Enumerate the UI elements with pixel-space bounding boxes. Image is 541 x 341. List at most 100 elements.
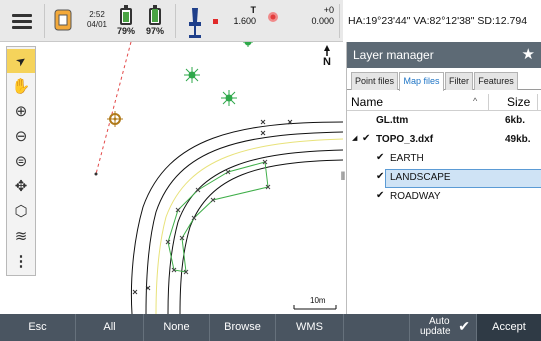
list-header: Name ^ Size [347, 93, 541, 111]
checkmark-icon[interactable]: ✔ [376, 190, 384, 201]
battery-icon [149, 5, 161, 25]
guide-point [94, 172, 98, 176]
zoom-out-tool[interactable]: ⊖ [7, 124, 35, 148]
file-row-gl[interactable]: GL.ttm 6kb. [347, 112, 541, 131]
more-tools-button[interactable]: ⋮ [7, 249, 35, 273]
accept-button[interactable]: Accept [477, 314, 541, 341]
battery-1-percent: 79% [116, 26, 135, 36]
pan-tool[interactable]: ✋ [7, 74, 35, 98]
landscape-polygon[interactable] [167, 161, 269, 273]
orbit-icon: ✥ [14, 178, 28, 195]
layer-tabs: Point files Map files Filter Features [347, 68, 541, 91]
status-bar: 2:52 04/01 79% 97% T 1.600 +0 0.000 HA:1… [0, 0, 541, 42]
laser-pointer-icon [268, 12, 278, 22]
road-edge-inner-2 [167, 149, 343, 314]
size-overflow: . [522, 115, 526, 126]
layers-icon: ≋ [14, 228, 28, 245]
wms-button[interactable]: WMS [276, 314, 344, 341]
column-name-header[interactable]: Name [351, 95, 383, 109]
size-overflow: . [527, 134, 531, 145]
checkmark-icon[interactable]: ✔ [362, 133, 370, 144]
target-height[interactable]: T 1.600 [212, 0, 256, 42]
3d-view-icon: ⬡ [14, 203, 28, 220]
divider [44, 4, 45, 38]
layer-name: EARTH [390, 153, 424, 164]
orbit-tool[interactable]: ✥ [7, 174, 35, 198]
3d-view-tool[interactable]: ⬡ [7, 199, 35, 223]
target-height-value: 1.600 [233, 16, 256, 26]
zoom-out-icon: ⊖ [14, 128, 28, 145]
battery-icon [120, 5, 132, 25]
tree-icon [184, 67, 200, 83]
select-none-button[interactable]: None [144, 314, 210, 341]
tree-icon [243, 42, 253, 47]
tree-icon [221, 90, 237, 106]
collapse-triangle-icon[interactable]: ◢ [352, 134, 357, 142]
clock: 2:52 04/01 [80, 0, 114, 42]
select-all-button[interactable]: All [76, 314, 144, 341]
favorite-star-icon[interactable]: ★ [522, 42, 535, 68]
offset-value: 0.000 [311, 16, 334, 26]
divider [339, 4, 340, 38]
divider [175, 4, 176, 38]
browse-button[interactable]: Browse [210, 314, 276, 341]
zoom-extents-icon: ⊜ [14, 153, 28, 170]
scale-label: 10m [310, 296, 326, 305]
blank-button [344, 314, 410, 341]
panel-title: Layer manager [353, 48, 434, 62]
offset-readout[interactable]: +0 0.000 [286, 0, 334, 42]
zoom-in-icon: ⊕ [14, 103, 28, 120]
north-arrow-icon [324, 45, 330, 56]
offset-sign: +0 [323, 5, 334, 15]
select-arrow-icon: ➤ [12, 52, 30, 70]
layer-name: LANDSCAPE [390, 172, 451, 183]
column-divider [537, 94, 538, 110]
column-size-header[interactable]: Size [507, 95, 530, 109]
zoom-extents-tool[interactable]: ⊜ [7, 149, 35, 173]
layers-tool[interactable]: ≋ [7, 224, 35, 248]
layer-row-earth[interactable]: ✔ EARTH [347, 150, 541, 169]
battery-2-percent: 97% [145, 26, 164, 36]
layer-row-roadway[interactable]: ✔ ROADWAY [347, 188, 541, 207]
checkmark-icon[interactable]: ✔ [376, 152, 384, 163]
date-text: 04/01 [86, 20, 108, 29]
time-text: 2:52 [89, 10, 105, 19]
map-toolbar: ➤ ✋ ⊕ ⊖ ⊜ ✥ ⬡ ≋ ⋮ [6, 46, 36, 276]
auto-update-toggle[interactable]: Auto update ✔ [410, 314, 477, 341]
instrument-status-button[interactable] [50, 0, 76, 42]
laser-button[interactable] [262, 0, 286, 42]
tab-filter[interactable]: Filter [445, 72, 473, 90]
landscape-vertex-markers [165, 159, 271, 275]
hamburger-icon [12, 11, 32, 32]
map-canvas[interactable] [38, 42, 343, 314]
layer-manager-panel: Layer manager ★ Point files Map files Fi… [346, 42, 541, 314]
road-centerline [155, 138, 343, 314]
north-label: N [323, 56, 331, 68]
more-icon: ⋮ [13, 253, 29, 270]
main-menu-button[interactable] [0, 0, 44, 42]
file-row-topo[interactable]: ◢ ✔ TOPO_3.dxf 49kb. [347, 131, 541, 150]
prism-target-icon [189, 8, 201, 38]
scale-bar [293, 305, 337, 310]
tab-map-files[interactable]: Map files [399, 72, 444, 91]
layer-row-landscape[interactable]: ✔ LANDSCAPE [347, 169, 541, 188]
map-view[interactable]: N 10m [38, 42, 343, 314]
battery-status-2[interactable]: 97% [141, 0, 169, 42]
target-button[interactable] [180, 0, 210, 42]
file-size-value: 49kb [505, 134, 528, 145]
tab-features[interactable]: Features [474, 72, 518, 90]
tab-point-files[interactable]: Point files [351, 72, 398, 90]
checkmark-icon[interactable]: ✔ [376, 171, 384, 182]
battery-status-1[interactable]: 79% [112, 0, 140, 42]
esc-button[interactable]: Esc [0, 314, 76, 341]
checkmark-icon: ✔ [458, 318, 470, 334]
bottom-action-bar: Esc All None Browse WMS Auto update ✔ Ac… [0, 314, 541, 341]
column-divider [488, 94, 489, 110]
select-tool[interactable]: ➤ [7, 49, 35, 73]
file-name: TOPO_3.dxf [376, 134, 434, 145]
file-size: 6kb. [505, 115, 525, 126]
file-size-value: 6kb [505, 115, 523, 126]
angle-readout: HA:19°23'44" VA:82°12'38" SD:12.794 [343, 0, 541, 42]
zoom-in-tool[interactable]: ⊕ [7, 99, 35, 123]
file-size: 49kb. [505, 134, 531, 145]
